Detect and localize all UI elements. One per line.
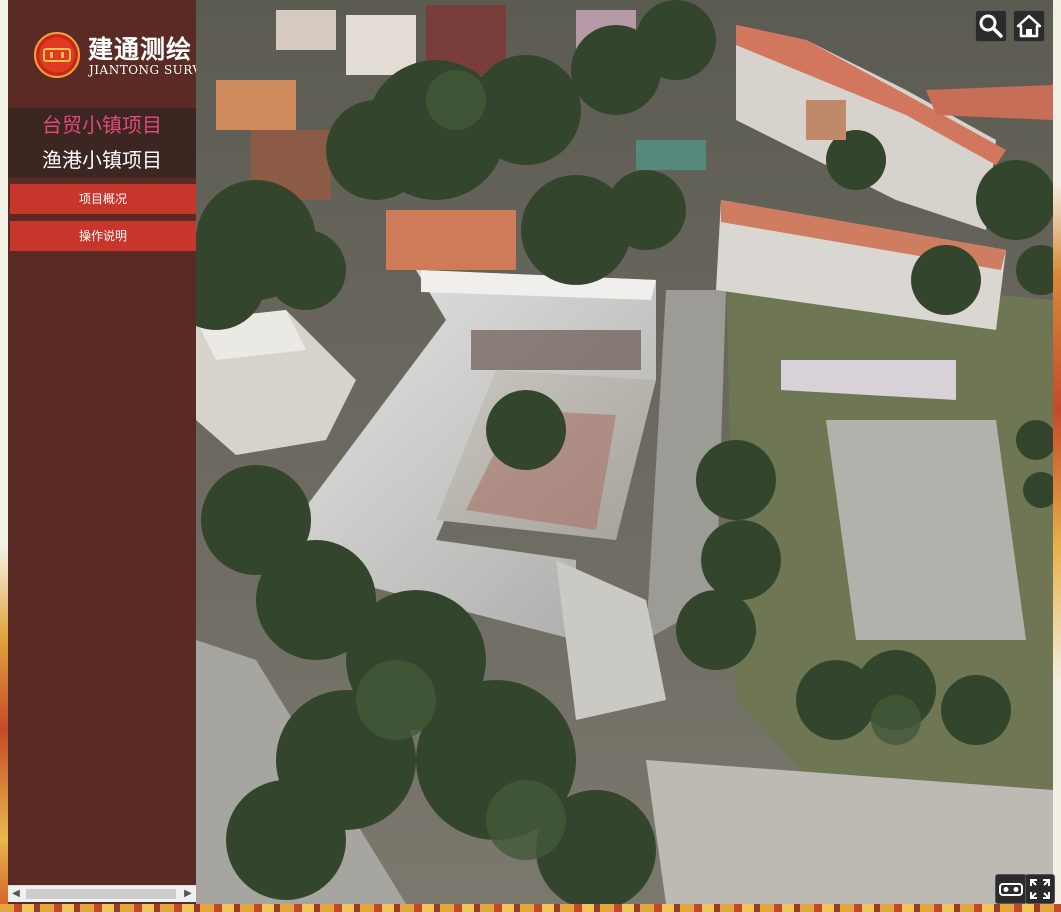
3d-map-viewport[interactable]	[196, 0, 1053, 904]
vr-glasses-icon	[999, 883, 1023, 896]
search-icon	[979, 14, 1003, 38]
scroll-right-icon[interactable]: ▶	[180, 886, 196, 902]
aerial-3d-scene	[196, 0, 1053, 904]
page-border-left	[0, 0, 8, 912]
project-overview-button[interactable]: 项目概况	[10, 184, 196, 214]
home-icon	[1016, 14, 1042, 38]
page-border-right	[1053, 0, 1061, 912]
sidebar-horizontal-scrollbar[interactable]: ◀ ▶	[8, 885, 196, 902]
project-item-yugang[interactable]: 渔港小镇项目	[8, 142, 196, 178]
vr-button[interactable]	[995, 874, 1027, 904]
project-item-taimao[interactable]: 台贸小镇项目	[8, 108, 196, 142]
company-emblem-icon	[34, 32, 80, 78]
page-border-bottom	[0, 904, 1061, 912]
sidebar: 建通测绘 JIANTONG SURVEY 台贸小镇项目 渔港小镇项目 项目概况 …	[8, 0, 219, 904]
logo: 建通测绘 JIANTONG SURVEY	[8, 0, 219, 108]
instructions-button[interactable]: 操作说明	[10, 221, 196, 251]
home-button[interactable]	[1013, 10, 1045, 42]
search-button[interactable]	[975, 10, 1007, 42]
fullscreen-icon	[1030, 879, 1050, 899]
scrollbar-thumb[interactable]	[26, 889, 176, 899]
company-name-cn: 建通测绘	[88, 35, 193, 64]
scroll-left-icon[interactable]: ◀	[8, 886, 24, 902]
fullscreen-button[interactable]	[1025, 874, 1055, 904]
